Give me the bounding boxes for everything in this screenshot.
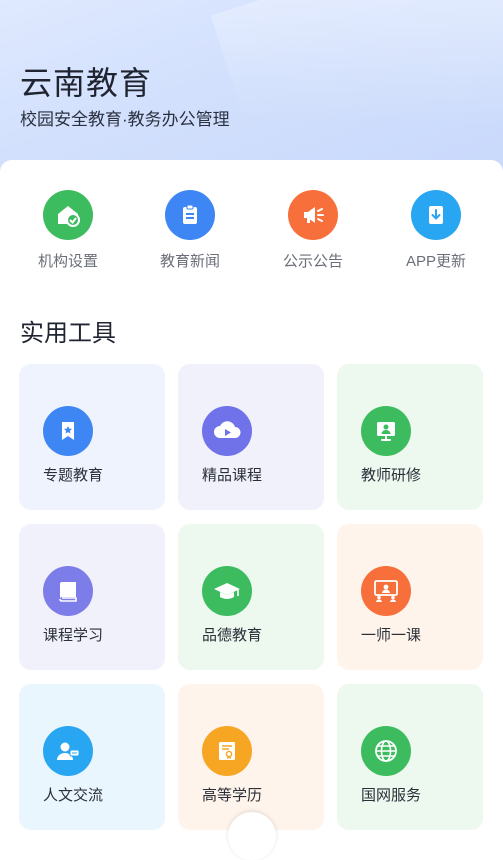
user-chat-icon <box>43 726 93 776</box>
tool-card-one-teacher-one-lesson[interactable]: 一师一课 <box>337 524 483 670</box>
tool-card-higher-education[interactable]: 高等学历 <box>178 684 324 830</box>
tool-card-label: 精品课程 <box>202 467 263 484</box>
floating-home-button[interactable] <box>228 812 276 860</box>
tool-card-teacher-training[interactable]: 教师研修 <box>337 364 483 510</box>
graduation-cap-icon <box>202 566 252 616</box>
quick-action-app-update[interactable]: APP更新 <box>386 190 486 271</box>
tools-section-title: 实用工具 <box>20 320 116 347</box>
download-icon <box>411 190 461 240</box>
tool-card-premium-courses[interactable]: 精品课程 <box>178 364 324 510</box>
quick-actions: 机构设置 教育新闻 公示公告 APP更新 <box>0 190 503 280</box>
main-content: 机构设置 教育新闻 公示公告 APP更新 实用工具 专题教育 精品课程 教师研修… <box>0 160 503 830</box>
app-title: 云南教育 <box>20 65 153 101</box>
tool-card-label: 人文交流 <box>43 787 104 804</box>
book-icon <box>43 566 93 616</box>
lecture-board-icon <box>361 566 411 616</box>
cloud-play-icon <box>202 406 252 456</box>
tool-card-topic-education[interactable]: 专题教育 <box>19 364 165 510</box>
quick-action-education-news[interactable]: 教育新闻 <box>140 190 240 271</box>
clipboard-icon <box>165 190 215 240</box>
tool-card-national-network-service[interactable]: 国网服务 <box>337 684 483 830</box>
tool-card-course-learning[interactable]: 课程学习 <box>19 524 165 670</box>
teacher-screen-icon <box>361 406 411 456</box>
globe-icon <box>361 726 411 776</box>
tool-card-label: 高等学历 <box>202 787 263 804</box>
quick-action-announcements[interactable]: 公示公告 <box>263 190 363 271</box>
tool-card-label: 课程学习 <box>43 627 104 644</box>
megaphone-icon <box>288 190 338 240</box>
tool-card-label: 一师一课 <box>361 627 422 644</box>
certificate-icon <box>202 726 252 776</box>
bookmark-star-icon <box>43 406 93 456</box>
tool-card-label: 国网服务 <box>361 787 422 804</box>
header-banner: 云南教育 校园安全教育·教务办公管理 <box>0 0 503 175</box>
app-subtitle: 校园安全教育·教务办公管理 <box>20 110 230 129</box>
quick-action-label: 机构设置 <box>37 253 98 270</box>
quick-action-label: APP更新 <box>405 253 466 270</box>
quick-action-label: 教育新闻 <box>159 253 220 270</box>
quick-action-institution-settings[interactable]: 机构设置 <box>18 190 118 271</box>
tool-card-label: 教师研修 <box>361 467 422 484</box>
tool-card-label: 专题教育 <box>43 467 104 484</box>
tool-card-cultural-exchange[interactable]: 人文交流 <box>19 684 165 830</box>
tool-card-moral-education[interactable]: 品德教育 <box>178 524 324 670</box>
house-check-icon <box>43 190 93 240</box>
tool-card-label: 品德教育 <box>202 627 263 644</box>
quick-action-label: 公示公告 <box>282 253 343 270</box>
